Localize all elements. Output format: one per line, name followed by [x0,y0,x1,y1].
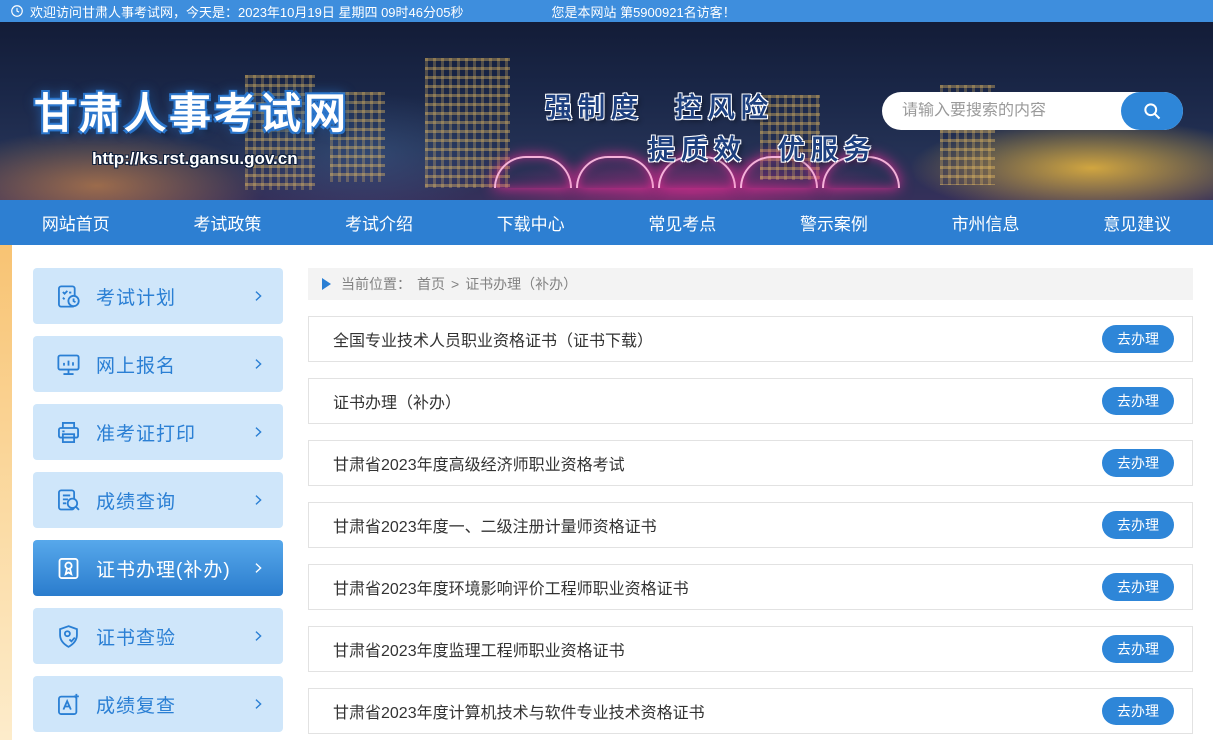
certificate-list: 全国专业技术人员职业资格证书（证书下载） 去办理 证书办理（补办） 去办理 甘肃… [308,316,1193,734]
list-item: 全国专业技术人员职业资格证书（证书下载） 去办理 [308,316,1193,362]
list-item: 甘肃省2023年度环境影响评价工程师职业资格证书 去办理 [308,564,1193,610]
chevron-right-icon [251,493,265,507]
sidebar-item-label: 证书查验 [96,623,251,650]
go-process-button[interactable]: 去办理 [1102,449,1174,477]
list-item-title: 甘肃省2023年度监理工程师职业资格证书 [333,637,1102,661]
list-item: 甘肃省2023年度高级经济师职业资格考试 去办理 [308,440,1193,486]
slogan-line-1: 强制度 控风险 [545,86,774,125]
sidebar-item-admission-ticket-print[interactable]: 准考证打印 [33,404,283,460]
list-item-title: 甘肃省2023年度环境影响评价工程师职业资格证书 [333,575,1102,599]
sidebar-item-score-query[interactable]: 成绩查询 [33,472,283,528]
list-item-title: 甘肃省2023年度一、二级注册计量师资格证书 [333,513,1102,537]
search-input[interactable] [882,102,1121,120]
nav-item-warning-cases[interactable]: 警示案例 [758,200,910,245]
breadcrumb-triangle-icon [322,278,331,290]
chevron-right-icon [251,357,265,371]
list-item: 甘肃省2023年度监理工程师职业资格证书 去办理 [308,626,1193,672]
content-area: 当前位置： 首页 > 证书办理（补办） 全国专业技术人员职业资格证书（证书下载）… [308,268,1193,740]
search-box [882,92,1183,130]
shield-check-icon [55,623,82,650]
nav-item-download-center[interactable]: 下载中心 [455,200,607,245]
sidebar-item-label: 网上报名 [96,351,251,378]
visitor-counter: 您是本网站 第5900921名访客！ [551,2,735,21]
sidebar-item-label: 考试计划 [96,283,251,310]
chevron-right-icon [251,561,265,575]
breadcrumb-separator: > [451,276,459,292]
nav-item-home[interactable]: 网站首页 [0,200,152,245]
score-query-icon [55,487,82,514]
sidebar-item-label: 证书办理(补办) [96,555,251,582]
nav-item-city-info[interactable]: 市州信息 [910,200,1062,245]
nav-item-exam-policy[interactable]: 考试政策 [152,200,304,245]
site-title: 甘肃人事考试网 [34,80,349,141]
go-process-button[interactable]: 去办理 [1102,573,1174,601]
breadcrumb-current: 证书办理（补办） [465,274,577,294]
page: 欢迎访问甘肃人事考试网，今天是：2023年10月19日 星期四 09时46分05… [0,0,1213,740]
sidebar-item-label: 准考证打印 [96,419,251,446]
go-process-button[interactable]: 去办理 [1102,511,1174,539]
sidebar-item-label: 成绩复查 [96,691,251,718]
chevron-right-icon [251,289,265,303]
chevron-right-icon [251,629,265,643]
sidebar-item-label: 成绩查询 [96,487,251,514]
go-process-button[interactable]: 去办理 [1102,697,1174,725]
list-item-title: 全国专业技术人员职业资格证书（证书下载） [333,327,1102,351]
nav-item-common-sites[interactable]: 常见考点 [607,200,759,245]
site-url: http://ks.rst.gansu.gov.cn [92,149,349,169]
list-item: 甘肃省2023年度一、二级注册计量师资格证书 去办理 [308,502,1193,548]
go-process-button[interactable]: 去办理 [1102,387,1174,415]
site-header: 甘肃人事考试网 http://ks.rst.gansu.gov.cn 强制度 控… [0,22,1213,200]
monitor-icon [55,351,82,378]
search-button[interactable] [1121,92,1183,130]
exam-plan-icon [55,283,82,310]
list-item-title: 证书办理（补办） [333,389,1102,413]
printer-icon [55,419,82,446]
sidebar-item-exam-plan[interactable]: 考试计划 [33,268,283,324]
list-item-title: 甘肃省2023年度计算机技术与软件专业技术资格证书 [333,699,1102,723]
top-bar: 欢迎访问甘肃人事考试网，今天是：2023年10月19日 星期四 09时46分05… [0,0,1213,22]
breadcrumb-label: 当前位置： [341,274,411,294]
breadcrumb: 当前位置： 首页 > 证书办理（补办） [308,268,1193,300]
sidebar: 考试计划 网上报名 准考证打印 [33,268,283,740]
welcome-text: 欢迎访问甘肃人事考试网，今天是：2023年10月19日 星期四 09时46分05… [30,2,463,21]
breadcrumb-home-link[interactable]: 首页 [417,274,445,294]
slogan-line-2: 提质效 优服务 [648,128,877,167]
chevron-right-icon [251,425,265,439]
search-icon [1142,101,1162,121]
score-recheck-icon [55,691,82,718]
sidebar-item-online-registration[interactable]: 网上报名 [33,336,283,392]
go-process-button[interactable]: 去办理 [1102,635,1174,663]
clock-icon [10,4,24,18]
list-item-title: 甘肃省2023年度高级经济师职业资格考试 [333,451,1102,475]
main-area: 考试计划 网上报名 准考证打印 [0,245,1213,740]
sidebar-item-score-recheck[interactable]: 成绩复查 [33,676,283,732]
sidebar-item-certificate-verification[interactable]: 证书查验 [33,608,283,664]
go-process-button[interactable]: 去办理 [1102,325,1174,353]
sidebar-item-certificate-processing[interactable]: 证书办理(补办) [33,540,283,596]
list-item: 证书办理（补办） 去办理 [308,378,1193,424]
list-item: 甘肃省2023年度计算机技术与软件专业技术资格证书 去办理 [308,688,1193,734]
left-accent-strip [0,245,12,740]
nav-item-exam-intro[interactable]: 考试介绍 [303,200,455,245]
main-nav: 网站首页 考试政策 考试介绍 下载中心 常见考点 警示案例 市州信息 意见建议 [0,200,1213,245]
certificate-icon [55,555,82,582]
chevron-right-icon [251,697,265,711]
nav-item-feedback[interactable]: 意见建议 [1061,200,1213,245]
site-logo: 甘肃人事考试网 http://ks.rst.gansu.gov.cn [34,80,349,169]
